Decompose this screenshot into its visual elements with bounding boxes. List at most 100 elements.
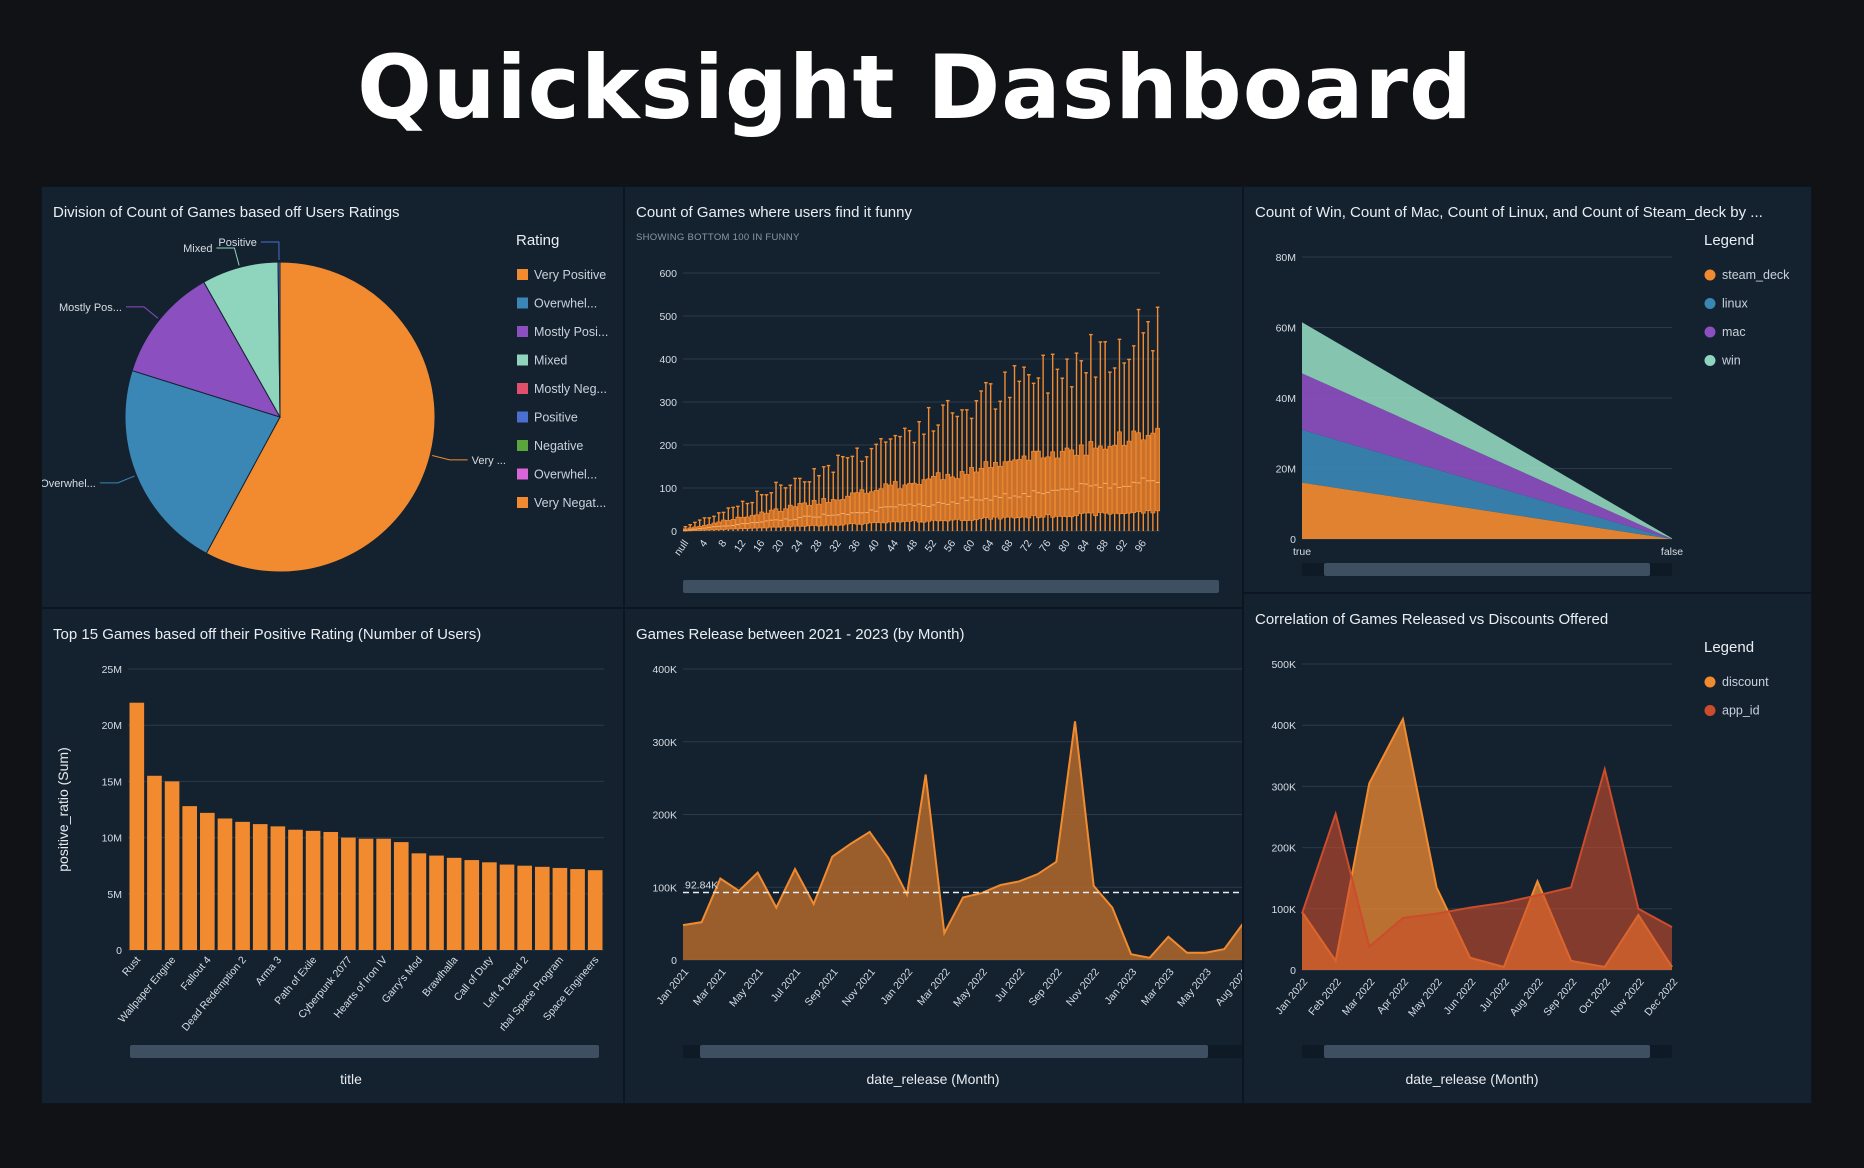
box-body bbox=[897, 488, 903, 523]
box-body bbox=[1093, 447, 1099, 517]
box-body bbox=[1131, 430, 1137, 513]
boxplot-chart[interactable]: 0100200300400500600null 4 8 12 16 20 24 28 32 36 4… bbox=[625, 187, 1243, 608]
x-tick-label: Nov 2022 bbox=[1609, 976, 1647, 1018]
box-body bbox=[935, 472, 941, 522]
x-tick-label: Jan 2022 bbox=[878, 966, 915, 1007]
legend-swatch bbox=[517, 411, 528, 423]
x-tick-label: 44 bbox=[885, 538, 902, 555]
y-tick-label: 500 bbox=[659, 311, 677, 323]
box-body bbox=[993, 461, 998, 518]
box-body bbox=[849, 492, 855, 524]
bar bbox=[499, 864, 515, 950]
scrollbar-thumb bbox=[130, 1045, 599, 1058]
y-tick-label: 200K bbox=[652, 810, 677, 822]
x-tick-label: 88 bbox=[1094, 538, 1111, 555]
legend-swatch bbox=[517, 326, 528, 337]
scrollbar-thumb bbox=[1324, 563, 1650, 576]
bar bbox=[376, 838, 391, 950]
x-tick-label: Jan 2023 bbox=[1102, 966, 1139, 1007]
x-tick-label: 80 bbox=[1056, 538, 1073, 555]
y-tick-label: 400K bbox=[1271, 720, 1296, 732]
box-body bbox=[1155, 427, 1161, 512]
box-body bbox=[721, 519, 726, 530]
box-body bbox=[1126, 440, 1132, 514]
y-tick-label: 400 bbox=[659, 354, 677, 366]
y-tick-label: 10M bbox=[102, 833, 122, 845]
legend-swatch bbox=[1704, 326, 1716, 338]
bar bbox=[235, 821, 250, 950]
bar bbox=[446, 857, 462, 950]
x-tick-label: Arma 3 bbox=[253, 954, 284, 988]
x-tick-label: Jul 2022 bbox=[1477, 976, 1512, 1014]
visual-funny-boxplot[interactable]: Count of Games where users find it funny… bbox=[624, 186, 1243, 608]
x-tick-label: Aug 2023 bbox=[1213, 966, 1243, 1008]
legend-swatch bbox=[1704, 355, 1716, 366]
box-body bbox=[1045, 456, 1051, 516]
y-tick-label: 300K bbox=[1271, 781, 1296, 793]
box-body bbox=[778, 510, 784, 528]
box-body bbox=[959, 471, 965, 521]
visual-top15-bar[interactable]: Top 15 Games based off their Positive Ra… bbox=[41, 608, 624, 1104]
visual-platform-area[interactable]: Count of Win, Count of Mac, Count of Lin… bbox=[1243, 186, 1812, 593]
stacked-area-chart[interactable]: 0 20M 40M 60M 80M true false Legend steam_deckli… bbox=[1244, 187, 1812, 593]
box-body bbox=[792, 506, 798, 527]
x-tick-label: true bbox=[1293, 546, 1311, 558]
x-tick-label: Rust bbox=[120, 954, 143, 978]
legend-item-label: win bbox=[1721, 354, 1741, 368]
x-tick-label: Nov 2022 bbox=[1064, 966, 1102, 1008]
x-tick-label: 84 bbox=[1075, 538, 1092, 555]
x-tick-label: Sep 2022 bbox=[1541, 976, 1579, 1018]
reference-line-label: 92.84K bbox=[685, 879, 718, 891]
legend-item-label: Overwhel... bbox=[534, 297, 597, 311]
x-tick-label: 28 bbox=[808, 538, 825, 555]
y-tick-label: 0 bbox=[671, 526, 677, 538]
y-tick-label: 200K bbox=[1271, 843, 1296, 855]
visual-release-area[interactable]: Games Release between 2021 - 2023 (by Mo… bbox=[624, 608, 1243, 1104]
x-tick-label: 36 bbox=[846, 538, 863, 555]
y-tick-label: 600 bbox=[659, 268, 677, 280]
box-body bbox=[1107, 446, 1113, 515]
box-body bbox=[945, 473, 951, 522]
x-tick-label: 96 bbox=[1133, 538, 1150, 555]
box-body bbox=[1112, 444, 1118, 514]
x-tick-label: 92 bbox=[1113, 538, 1130, 555]
legend-item-label: Mostly Posi... bbox=[534, 325, 608, 339]
legend-item-label: linux bbox=[1722, 297, 1748, 311]
pie-chart[interactable]: Very ... Overwhel... Mostly Pos... Mixed Pos… bbox=[42, 187, 624, 608]
visual-discount-area[interactable]: Correlation of Games Released vs Discoun… bbox=[1243, 593, 1812, 1104]
pie-slice-label: Mixed bbox=[183, 243, 212, 255]
box-body bbox=[978, 467, 984, 519]
box-body bbox=[997, 465, 1003, 520]
x-tick-label: 24 bbox=[789, 538, 806, 555]
box-body bbox=[983, 461, 989, 518]
box-body bbox=[954, 478, 960, 520]
x-tick-label: May 2022 bbox=[951, 966, 990, 1009]
area-chart[interactable]: 0100K200K300K400K92.84KJan 2021 Mar 2021M… bbox=[625, 609, 1243, 1104]
x-tick-label: 4 bbox=[697, 538, 710, 550]
x-tick-label: 12 bbox=[732, 538, 749, 555]
box-body bbox=[840, 499, 846, 526]
y-tick-label: 0 bbox=[116, 945, 122, 957]
x-tick-label: 8 bbox=[716, 538, 729, 550]
pie-slice-label: Overwhel... bbox=[42, 478, 96, 490]
x-tick-label: Mar 2022 bbox=[915, 966, 953, 1008]
x-tick-label: 68 bbox=[999, 538, 1016, 555]
bar-chart[interactable]: 05M10M15M20M25MRustWallpaper Engine Fallo… bbox=[42, 609, 624, 1104]
box-body bbox=[811, 499, 817, 526]
box-body bbox=[1078, 444, 1084, 514]
x-tick-label: 16 bbox=[751, 538, 768, 555]
box-body bbox=[1002, 461, 1008, 518]
legend-swatch bbox=[1704, 676, 1716, 688]
visual-pie-ratings[interactable]: Division of Count of Games based off Use… bbox=[41, 186, 624, 608]
box-body bbox=[835, 499, 841, 526]
x-tick-label: Dec 2022 bbox=[1642, 976, 1680, 1018]
box-body bbox=[830, 499, 836, 526]
x-tick-label: May 2023 bbox=[1175, 966, 1214, 1009]
box-body bbox=[826, 501, 831, 526]
y-tick-label: 15M bbox=[102, 776, 122, 788]
box-body bbox=[854, 492, 860, 525]
y-tick-label: 0 bbox=[671, 955, 677, 967]
y-tick-label: 80M bbox=[1276, 252, 1296, 264]
x-tick-label: Sep 2022 bbox=[1027, 966, 1065, 1008]
area-chart-overlap[interactable]: 0 100K 200K 300K 400K 500K Jan 2022Feb 2022Mar… bbox=[1244, 594, 1812, 1104]
